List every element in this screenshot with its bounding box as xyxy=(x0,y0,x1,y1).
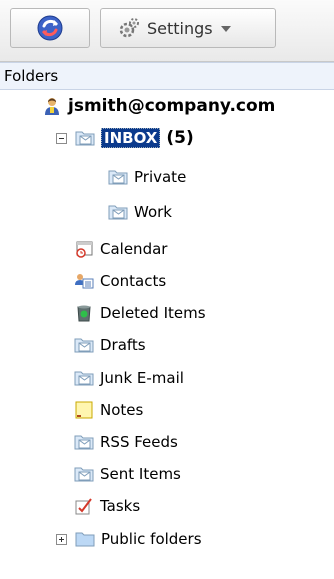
contacts-icon xyxy=(75,274,94,289)
folder-contacts[interactable]: Contacts xyxy=(74,265,166,297)
chevron-down-icon xyxy=(220,26,231,32)
folder-icon xyxy=(75,532,95,547)
mail-folder-icon xyxy=(108,170,128,185)
folder-deleted-items[interactable]: Deleted Items xyxy=(74,297,206,329)
folder-sent-items[interactable]: Sent Items xyxy=(74,458,181,490)
folder-label: Work xyxy=(134,203,172,221)
toolbar: Settings xyxy=(0,0,334,62)
settings-label: Settings xyxy=(147,18,213,38)
public-folders-row[interactable]: Public folders xyxy=(56,523,202,555)
settings-button[interactable]: Settings xyxy=(100,8,276,48)
folders-header: Folders xyxy=(0,62,334,90)
folder-label: Sent Items xyxy=(100,465,181,483)
folder-work[interactable]: Work xyxy=(108,196,172,228)
inbox-unread-count: (5) xyxy=(166,128,194,148)
folder-label: RSS Feeds xyxy=(100,433,178,451)
folder-calendar[interactable]: Calendar xyxy=(74,233,167,265)
notes-icon xyxy=(75,401,93,419)
folder-label: Contacts xyxy=(100,272,167,290)
mail-folder-icon xyxy=(108,205,128,220)
mail-folder-icon xyxy=(74,338,94,353)
folder-label: Public folders xyxy=(101,530,202,548)
folder-label: Junk E-mail xyxy=(100,369,184,387)
expand-toggle[interactable] xyxy=(56,533,67,545)
refresh-button[interactable] xyxy=(10,8,90,48)
account-row[interactable]: jsmith@company.com xyxy=(42,90,275,122)
mail-folder-icon xyxy=(74,435,94,450)
user-icon xyxy=(45,98,59,115)
folder-rss-feeds[interactable]: RSS Feeds xyxy=(74,426,178,458)
mail-folder-icon xyxy=(74,467,94,482)
settings-icon xyxy=(119,18,139,38)
folder-label: Tasks xyxy=(100,497,141,515)
mail-folder-icon xyxy=(75,131,95,146)
collapse-toggle[interactable] xyxy=(56,132,67,144)
folder-junk-email[interactable]: Junk E-mail xyxy=(74,362,184,394)
folder-notes[interactable]: Notes xyxy=(74,394,143,426)
folder-tasks[interactable]: Tasks xyxy=(74,490,140,522)
account-label: jsmith@company.com xyxy=(68,96,276,116)
folder-label: Calendar xyxy=(100,240,168,258)
inbox-row[interactable]: INBOX (5) xyxy=(56,122,194,154)
folder-label: Drafts xyxy=(100,336,146,354)
calendar-icon xyxy=(76,241,93,258)
mail-folder-icon xyxy=(74,371,94,386)
folder-label: Notes xyxy=(100,401,144,419)
tasks-icon xyxy=(75,498,92,515)
folder-drafts[interactable]: Drafts xyxy=(74,329,146,361)
refresh-icon xyxy=(37,15,63,41)
folder-label: Deleted Items xyxy=(100,304,206,322)
folder-label: Private xyxy=(134,168,187,186)
recycle-bin-icon xyxy=(77,305,91,322)
inbox-label: INBOX xyxy=(101,128,161,148)
folder-private[interactable]: Private xyxy=(108,161,186,193)
